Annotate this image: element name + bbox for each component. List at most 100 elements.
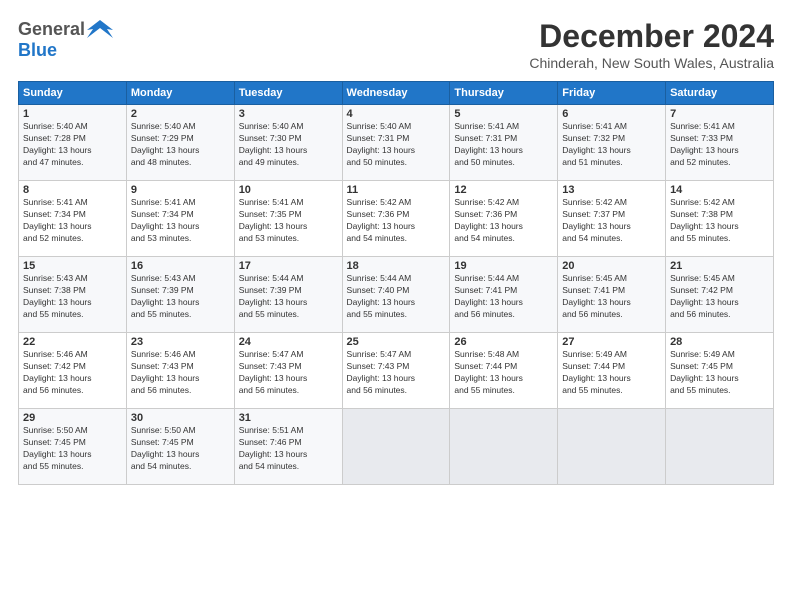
day-detail: Sunrise: 5:47 AMSunset: 7:43 PMDaylight:… xyxy=(347,349,446,397)
col-header-monday: Monday xyxy=(126,82,234,105)
calendar-table: SundayMondayTuesdayWednesdayThursdayFrid… xyxy=(18,81,774,485)
day-number: 13 xyxy=(562,184,661,196)
title-location: Chinderah, New South Wales, Australia xyxy=(529,55,774,71)
day-cell: 23 Sunrise: 5:46 AMSunset: 7:43 PMDaylig… xyxy=(126,333,234,409)
day-detail: Sunrise: 5:40 AMSunset: 7:29 PMDaylight:… xyxy=(131,121,230,169)
day-detail: Sunrise: 5:40 AMSunset: 7:31 PMDaylight:… xyxy=(347,121,446,169)
col-header-sunday: Sunday xyxy=(19,82,127,105)
day-detail: Sunrise: 5:41 AMSunset: 7:34 PMDaylight:… xyxy=(23,197,122,245)
day-cell: 10 Sunrise: 5:41 AMSunset: 7:35 PMDaylig… xyxy=(234,181,342,257)
day-number: 29 xyxy=(23,412,122,424)
day-cell: 4 Sunrise: 5:40 AMSunset: 7:31 PMDayligh… xyxy=(342,105,450,181)
day-cell: 26 Sunrise: 5:48 AMSunset: 7:44 PMDaylig… xyxy=(450,333,558,409)
day-detail: Sunrise: 5:41 AMSunset: 7:31 PMDaylight:… xyxy=(454,121,553,169)
day-cell: 9 Sunrise: 5:41 AMSunset: 7:34 PMDayligh… xyxy=(126,181,234,257)
day-number: 16 xyxy=(131,260,230,272)
day-cell: 28 Sunrise: 5:49 AMSunset: 7:45 PMDaylig… xyxy=(666,333,774,409)
day-cell: 5 Sunrise: 5:41 AMSunset: 7:31 PMDayligh… xyxy=(450,105,558,181)
day-cell xyxy=(666,409,774,485)
day-cell: 20 Sunrise: 5:45 AMSunset: 7:41 PMDaylig… xyxy=(558,257,666,333)
logo: General Blue xyxy=(18,18,115,61)
col-header-saturday: Saturday xyxy=(666,82,774,105)
week-row-1: 1 Sunrise: 5:40 AMSunset: 7:28 PMDayligh… xyxy=(19,105,774,181)
day-number: 17 xyxy=(239,260,338,272)
day-detail: Sunrise: 5:51 AMSunset: 7:46 PMDaylight:… xyxy=(239,425,338,473)
page: General Blue December 2024 Chinderah, Ne… xyxy=(0,0,792,612)
day-cell: 6 Sunrise: 5:41 AMSunset: 7:32 PMDayligh… xyxy=(558,105,666,181)
day-number: 11 xyxy=(347,184,446,196)
day-cell: 14 Sunrise: 5:42 AMSunset: 7:38 PMDaylig… xyxy=(666,181,774,257)
day-number: 1 xyxy=(23,108,122,120)
day-cell: 7 Sunrise: 5:41 AMSunset: 7:33 PMDayligh… xyxy=(666,105,774,181)
day-detail: Sunrise: 5:50 AMSunset: 7:45 PMDaylight:… xyxy=(23,425,122,473)
col-header-friday: Friday xyxy=(558,82,666,105)
day-number: 8 xyxy=(23,184,122,196)
title-month: December 2024 xyxy=(529,18,774,55)
col-header-tuesday: Tuesday xyxy=(234,82,342,105)
day-detail: Sunrise: 5:49 AMSunset: 7:44 PMDaylight:… xyxy=(562,349,661,397)
day-detail: Sunrise: 5:41 AMSunset: 7:32 PMDaylight:… xyxy=(562,121,661,169)
day-number: 10 xyxy=(239,184,338,196)
day-cell xyxy=(558,409,666,485)
day-number: 27 xyxy=(562,336,661,348)
day-cell: 31 Sunrise: 5:51 AMSunset: 7:46 PMDaylig… xyxy=(234,409,342,485)
day-number: 18 xyxy=(347,260,446,272)
header-row: SundayMondayTuesdayWednesdayThursdayFrid… xyxy=(19,82,774,105)
day-cell: 11 Sunrise: 5:42 AMSunset: 7:36 PMDaylig… xyxy=(342,181,450,257)
day-detail: Sunrise: 5:43 AMSunset: 7:38 PMDaylight:… xyxy=(23,273,122,321)
col-header-wednesday: Wednesday xyxy=(342,82,450,105)
day-detail: Sunrise: 5:50 AMSunset: 7:45 PMDaylight:… xyxy=(131,425,230,473)
header: General Blue December 2024 Chinderah, Ne… xyxy=(18,18,774,71)
day-cell: 24 Sunrise: 5:47 AMSunset: 7:43 PMDaylig… xyxy=(234,333,342,409)
day-number: 26 xyxy=(454,336,553,348)
day-detail: Sunrise: 5:41 AMSunset: 7:34 PMDaylight:… xyxy=(131,197,230,245)
day-detail: Sunrise: 5:47 AMSunset: 7:43 PMDaylight:… xyxy=(239,349,338,397)
day-cell: 13 Sunrise: 5:42 AMSunset: 7:37 PMDaylig… xyxy=(558,181,666,257)
week-row-3: 15 Sunrise: 5:43 AMSunset: 7:38 PMDaylig… xyxy=(19,257,774,333)
day-detail: Sunrise: 5:42 AMSunset: 7:36 PMDaylight:… xyxy=(347,197,446,245)
day-cell: 16 Sunrise: 5:43 AMSunset: 7:39 PMDaylig… xyxy=(126,257,234,333)
day-detail: Sunrise: 5:45 AMSunset: 7:41 PMDaylight:… xyxy=(562,273,661,321)
day-number: 22 xyxy=(23,336,122,348)
day-cell: 21 Sunrise: 5:45 AMSunset: 7:42 PMDaylig… xyxy=(666,257,774,333)
day-detail: Sunrise: 5:46 AMSunset: 7:42 PMDaylight:… xyxy=(23,349,122,397)
day-number: 7 xyxy=(670,108,769,120)
week-row-4: 22 Sunrise: 5:46 AMSunset: 7:42 PMDaylig… xyxy=(19,333,774,409)
day-detail: Sunrise: 5:41 AMSunset: 7:33 PMDaylight:… xyxy=(670,121,769,169)
day-detail: Sunrise: 5:42 AMSunset: 7:37 PMDaylight:… xyxy=(562,197,661,245)
day-cell: 1 Sunrise: 5:40 AMSunset: 7:28 PMDayligh… xyxy=(19,105,127,181)
day-number: 30 xyxy=(131,412,230,424)
logo-general-text: General xyxy=(18,19,85,40)
day-number: 19 xyxy=(454,260,553,272)
day-detail: Sunrise: 5:44 AMSunset: 7:41 PMDaylight:… xyxy=(454,273,553,321)
day-cell: 17 Sunrise: 5:44 AMSunset: 7:39 PMDaylig… xyxy=(234,257,342,333)
day-number: 4 xyxy=(347,108,446,120)
day-cell: 18 Sunrise: 5:44 AMSunset: 7:40 PMDaylig… xyxy=(342,257,450,333)
week-row-5: 29 Sunrise: 5:50 AMSunset: 7:45 PMDaylig… xyxy=(19,409,774,485)
day-cell: 27 Sunrise: 5:49 AMSunset: 7:44 PMDaylig… xyxy=(558,333,666,409)
day-number: 25 xyxy=(347,336,446,348)
day-detail: Sunrise: 5:46 AMSunset: 7:43 PMDaylight:… xyxy=(131,349,230,397)
day-cell: 22 Sunrise: 5:46 AMSunset: 7:42 PMDaylig… xyxy=(19,333,127,409)
col-header-thursday: Thursday xyxy=(450,82,558,105)
logo-bird-icon xyxy=(85,18,115,40)
day-detail: Sunrise: 5:44 AMSunset: 7:40 PMDaylight:… xyxy=(347,273,446,321)
day-number: 20 xyxy=(562,260,661,272)
day-cell: 30 Sunrise: 5:50 AMSunset: 7:45 PMDaylig… xyxy=(126,409,234,485)
day-detail: Sunrise: 5:49 AMSunset: 7:45 PMDaylight:… xyxy=(670,349,769,397)
day-detail: Sunrise: 5:45 AMSunset: 7:42 PMDaylight:… xyxy=(670,273,769,321)
day-cell: 12 Sunrise: 5:42 AMSunset: 7:36 PMDaylig… xyxy=(450,181,558,257)
day-number: 3 xyxy=(239,108,338,120)
day-cell: 19 Sunrise: 5:44 AMSunset: 7:41 PMDaylig… xyxy=(450,257,558,333)
day-number: 12 xyxy=(454,184,553,196)
day-detail: Sunrise: 5:43 AMSunset: 7:39 PMDaylight:… xyxy=(131,273,230,321)
day-cell: 3 Sunrise: 5:40 AMSunset: 7:30 PMDayligh… xyxy=(234,105,342,181)
day-detail: Sunrise: 5:40 AMSunset: 7:28 PMDaylight:… xyxy=(23,121,122,169)
day-number: 24 xyxy=(239,336,338,348)
day-cell: 25 Sunrise: 5:47 AMSunset: 7:43 PMDaylig… xyxy=(342,333,450,409)
day-number: 15 xyxy=(23,260,122,272)
week-row-2: 8 Sunrise: 5:41 AMSunset: 7:34 PMDayligh… xyxy=(19,181,774,257)
day-number: 28 xyxy=(670,336,769,348)
logo-blue-text: Blue xyxy=(18,40,57,60)
day-number: 21 xyxy=(670,260,769,272)
